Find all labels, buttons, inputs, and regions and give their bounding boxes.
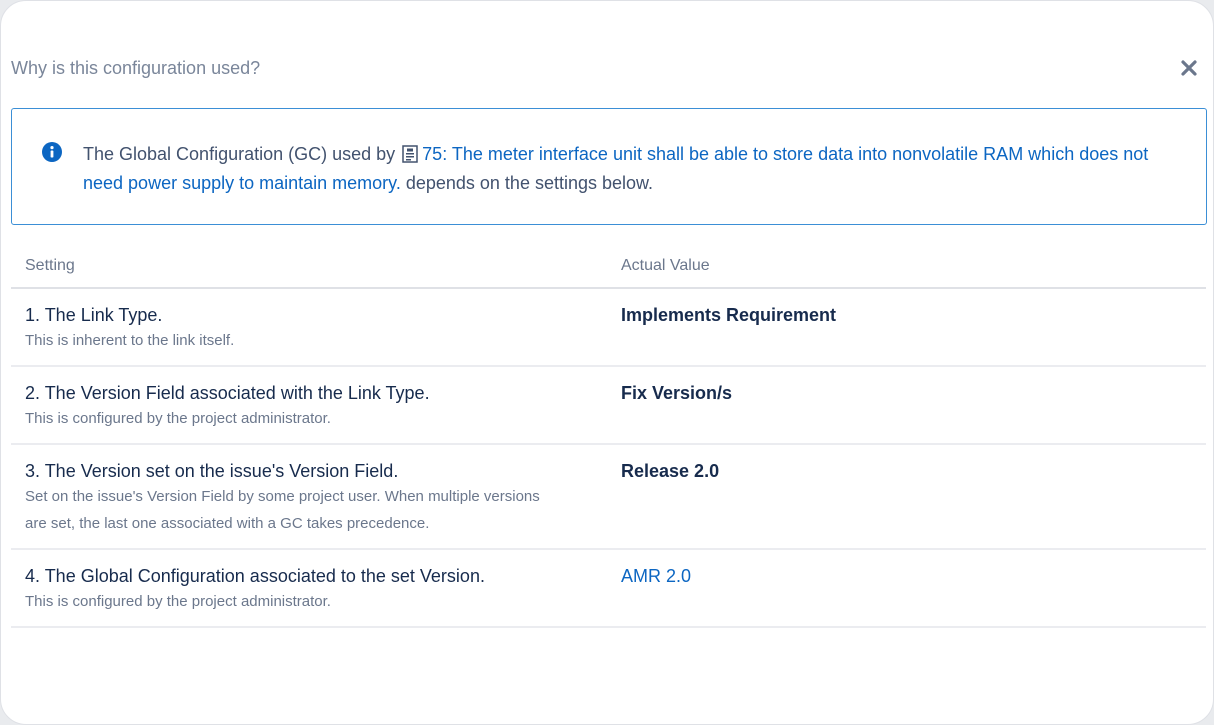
version-value: Release 2.0	[621, 461, 720, 481]
value-cell: AMR 2.0	[609, 549, 1206, 628]
info-prefix: The Global Configuration (GC) used by	[83, 144, 396, 164]
dialog-title: Why is this configuration used?	[11, 58, 261, 78]
link-type-value: Implements Requirement	[621, 305, 837, 325]
setting-label: 2. The Version Field associated with the…	[25, 383, 430, 403]
setting-label: 3. The Version set on the issue's Versio…	[25, 461, 399, 481]
table-header-row: Setting Actual Value	[11, 244, 1206, 289]
value-column-header: Actual Value	[609, 244, 1206, 289]
setting-cell: 1. The Link Type. This is inherent to th…	[11, 288, 609, 367]
value-cell: Release 2.0	[609, 444, 1206, 550]
version-field-value: Fix Version/s	[621, 383, 733, 403]
setting-cell: 2. The Version Field associated with the…	[11, 366, 609, 445]
setting-description: This is inherent to the link itself.	[25, 332, 235, 349]
setting-description: This is configured by the project admini…	[25, 410, 331, 427]
global-configuration-link[interactable]: AMR 2.0	[621, 566, 691, 586]
setting-cell: 4. The Global Configuration associated t…	[11, 549, 609, 628]
info-icon	[42, 142, 62, 162]
info-panel: The Global Configuration (GC) used by 75…	[11, 108, 1207, 225]
info-suffix: depends on the settings below.	[405, 173, 654, 193]
setting-label: 1. The Link Type.	[25, 305, 163, 325]
settings-table: Setting Actual Value 1. The Link Type. T…	[11, 244, 1206, 628]
setting-column-header: Setting	[11, 244, 609, 289]
value-cell: Fix Version/s	[609, 366, 1206, 445]
table-row: 1. The Link Type. This is inherent to th…	[11, 288, 1206, 367]
setting-cell: 3. The Version set on the issue's Versio…	[11, 444, 609, 550]
config-dialog: Why is this configuration used? The Glob…	[0, 0, 1214, 725]
info-message: The Global Configuration (GC) used by 75…	[83, 140, 1176, 198]
setting-label: 4. The Global Configuration associated t…	[25, 566, 485, 586]
setting-description: Set on the issue's Version Field by some…	[25, 488, 540, 532]
dialog-header: Why is this configuration used?	[11, 55, 1199, 81]
table-row: 4. The Global Configuration associated t…	[11, 549, 1206, 628]
value-cell: Implements Requirement	[609, 288, 1206, 367]
table-row: 2. The Version Field associated with the…	[11, 366, 1206, 445]
table-row: 3. The Version set on the issue's Versio…	[11, 444, 1206, 550]
close-icon[interactable]	[1179, 58, 1199, 78]
requirement-issue-icon	[402, 143, 418, 163]
setting-description: This is configured by the project admini…	[25, 593, 331, 610]
